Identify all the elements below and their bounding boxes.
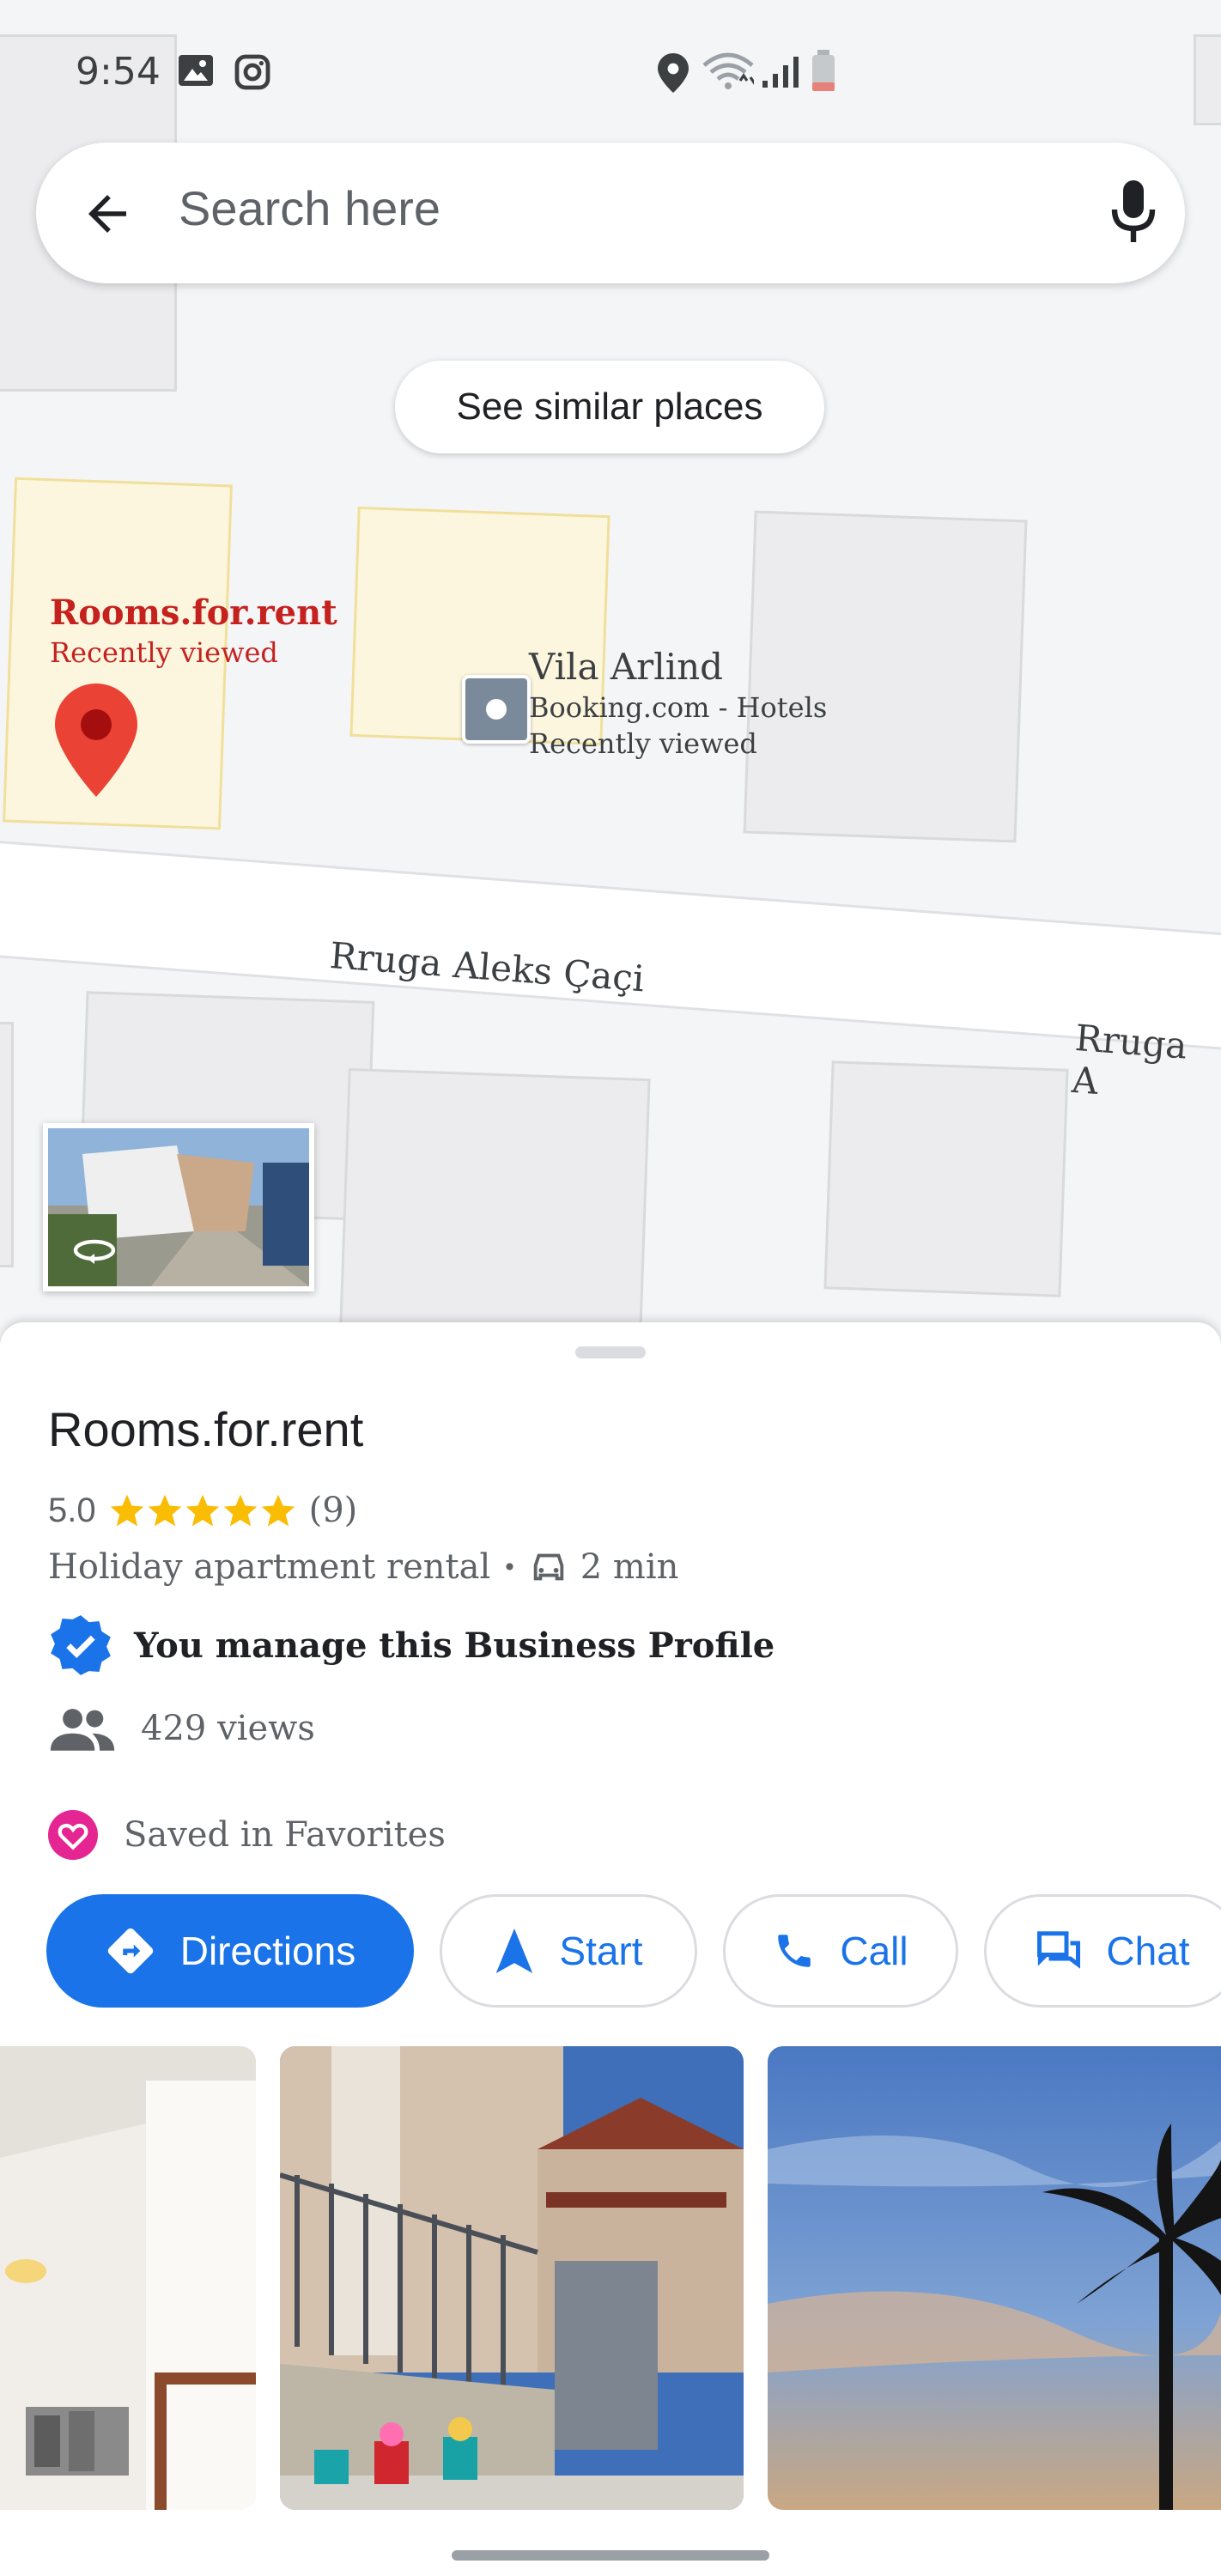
place-category: Holiday apartment rental	[48, 1547, 491, 1587]
place-name: Rooms.for.rent	[50, 592, 337, 633]
place-subtitle: Recently viewed	[50, 636, 278, 669]
rating-value: 5.0	[48, 1491, 96, 1529]
star-icon	[148, 1494, 181, 1527]
drag-handle[interactable]	[575, 1346, 646, 1358]
see-similar-places-button[interactable]: See similar places	[395, 361, 824, 453]
search-input[interactable]: Search here	[179, 180, 440, 236]
status-bar: 9:54	[0, 0, 1221, 146]
view-count: 429 views	[141, 1709, 315, 1748]
search-bar[interactable]: Search here	[36, 143, 1185, 283]
directions-label: Directions	[179, 1929, 356, 1973]
review-count: (9)	[308, 1491, 358, 1530]
place-category: Booking.com - Hotels	[529, 691, 828, 724]
microphone-icon[interactable]	[1109, 180, 1157, 246]
chat-label: Chat	[1106, 1929, 1190, 1973]
views-row: 429 views	[48, 1704, 315, 1753]
star-icon	[110, 1494, 143, 1527]
place-title: Rooms.for.rent	[48, 1402, 364, 1456]
people-icon	[50, 1709, 115, 1751]
back-arrow-icon[interactable]	[79, 185, 136, 242]
saved-row[interactable]: Saved in Favorites	[48, 1810, 446, 1860]
start-button[interactable]: Start	[440, 1894, 697, 2008]
star-icon	[185, 1494, 219, 1527]
manage-profile-text[interactable]: You manage this Business Profile	[134, 1625, 775, 1666]
directions-icon	[107, 1928, 153, 1974]
wifi-icon	[702, 52, 754, 89]
signal-icon	[762, 57, 799, 88]
drive-time: 2 min	[580, 1547, 679, 1587]
directions-button[interactable]: Directions	[46, 1894, 414, 2008]
place-subtitle: Recently viewed	[529, 727, 757, 760]
status-time: 9:54	[76, 50, 161, 94]
location-icon	[658, 53, 689, 93]
star-rating	[108, 1492, 297, 1529]
favorite-heart-icon	[48, 1810, 98, 1860]
place-label-vila-arlind[interactable]: Vila Arlind Booking.com - Hotels Recentl…	[529, 646, 827, 760]
rating-row[interactable]: 5.0 (9)	[48, 1491, 357, 1530]
map-pin-icon[interactable]	[55, 683, 137, 797]
exterior-photo	[280, 2046, 744, 2510]
battery-icon	[812, 50, 835, 91]
interior-photo	[0, 2046, 256, 2510]
map-building	[0, 1022, 14, 1267]
place-photo[interactable]	[0, 2046, 256, 2510]
gesture-navigation-bar[interactable]	[452, 2550, 769, 2561]
call-button[interactable]: Call	[723, 1894, 958, 2008]
phone-icon	[778, 1935, 811, 1967]
chat-icon	[1037, 1931, 1081, 1969]
star-icon	[223, 1494, 257, 1527]
street-view-thumbnail[interactable]	[43, 1123, 314, 1291]
hotel-marker-icon[interactable]	[462, 675, 531, 744]
instagram-icon	[234, 54, 270, 90]
chat-button[interactable]: Chat	[984, 1894, 1221, 2008]
navigation-arrow-icon	[496, 1929, 533, 1973]
manage-profile-row[interactable]: You manage this Business Profile	[48, 1613, 775, 1678]
separator-dot: •	[502, 1552, 517, 1582]
rotate-360-icon	[73, 1239, 116, 1264]
verified-badge-icon	[51, 1615, 111, 1675]
map-building	[823, 1060, 1069, 1297]
start-label: Start	[559, 1929, 643, 1973]
place-name: Vila Arlind	[529, 646, 724, 688]
star-icon	[261, 1494, 295, 1527]
place-photo[interactable]	[280, 2046, 744, 2510]
road-label: Rruga A	[1070, 1017, 1189, 1103]
gallery-icon	[179, 55, 213, 86]
category-row: Holiday apartment rental • 2 min	[48, 1547, 678, 1587]
place-photo[interactable]	[768, 2046, 1221, 2510]
place-bottom-sheet[interactable]: Rooms.for.rent 5.0 (9) Holiday apartment…	[0, 1322, 1221, 2576]
call-label: Call	[840, 1929, 908, 1973]
map-building	[338, 1067, 651, 1340]
car-icon	[533, 1553, 563, 1581]
place-label-rooms[interactable]: Rooms.for.rent Recently viewed	[50, 592, 337, 669]
saved-text: Saved in Favorites	[124, 1815, 446, 1855]
sky-palm-photo	[768, 2046, 1221, 2510]
